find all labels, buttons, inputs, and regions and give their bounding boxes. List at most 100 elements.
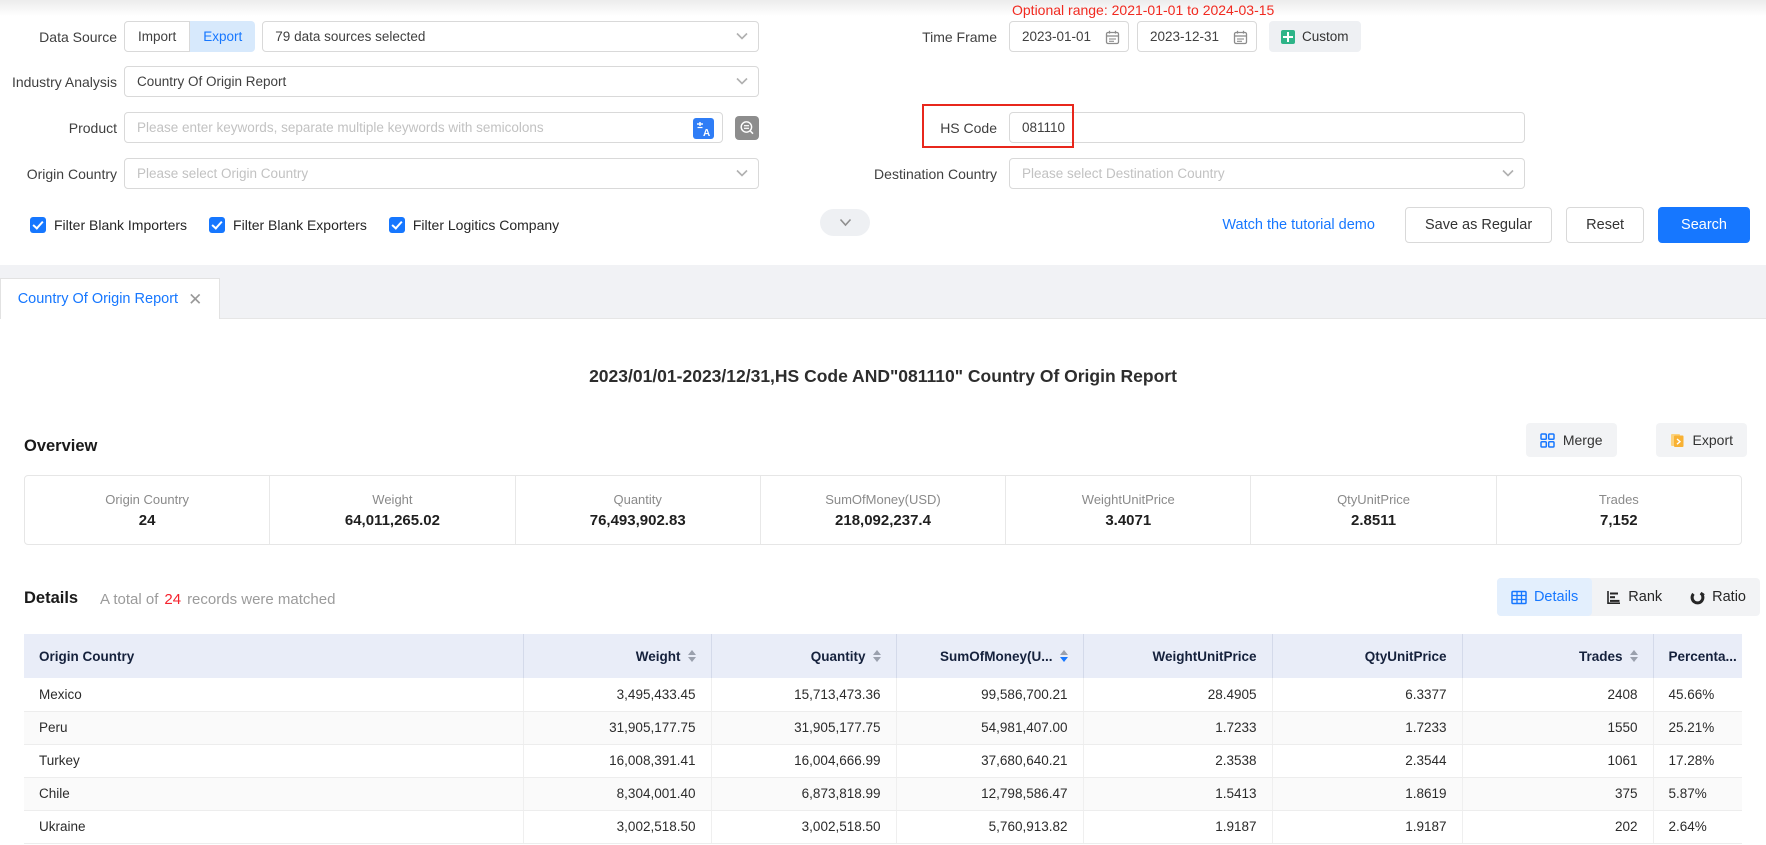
cell-percentage: 17.28% (1653, 744, 1742, 777)
product-input[interactable] (137, 120, 684, 135)
checkbox-checked-icon[interactable] (30, 217, 46, 233)
start-date-input[interactable] (1022, 29, 1098, 44)
industry-analysis-select[interactable]: Country Of Origin Report (124, 66, 759, 97)
cell-trades: 1061 (1462, 744, 1653, 777)
checkbox-checked-icon[interactable] (389, 217, 405, 233)
sort-icons[interactable] (1630, 650, 1638, 662)
save-as-regular-button[interactable]: Save as Regular (1405, 207, 1552, 243)
collapse-filters-button[interactable] (820, 209, 870, 236)
start-date-field[interactable] (1009, 21, 1129, 52)
tab-country-of-origin-report[interactable]: Country Of Origin Report ✕ (0, 278, 220, 319)
destination-country-select[interactable]: Please select Destination Country (1009, 158, 1525, 189)
table-row-chile[interactable]: Chile 8,304,001.40 6,873,818.99 12,798,5… (24, 777, 1742, 810)
export-icon (1670, 433, 1685, 448)
summary-count: 24 (158, 591, 187, 608)
cell-weight-unit-price: 2.3538 (1083, 744, 1272, 777)
table-header-row: Origin Country Weight Quantity SumOfMone… (24, 634, 1742, 678)
column-header-trades[interactable]: Trades (1462, 634, 1653, 678)
cell-quantity: 3,002,518.50 (711, 810, 896, 843)
hs-code-label: HS Code (759, 120, 997, 136)
translate-icon[interactable]: A (693, 118, 714, 139)
cell-qty-unit-price: 1.9187 (1272, 810, 1462, 843)
cell-sum-of-money: 99,586,700.21 (896, 678, 1083, 711)
view-rank-button[interactable]: Rank (1592, 578, 1676, 616)
filter-blank-exporters-checkbox[interactable]: Filter Blank Exporters (209, 217, 367, 233)
hs-code-input[interactable] (1022, 120, 1494, 135)
close-icon[interactable]: ✕ (188, 291, 202, 308)
view-ratio-button[interactable]: Ratio (1676, 578, 1760, 616)
checkbox-checked-icon[interactable] (209, 217, 225, 233)
merge-button[interactable]: Merge (1526, 423, 1617, 457)
cell-sum-of-money: 54,981,407.00 (896, 711, 1083, 744)
import-toggle-button[interactable]: Import (124, 21, 190, 52)
column-header-sum-of-money[interactable]: SumOfMoney(U... (896, 634, 1083, 678)
tab-title: Country Of Origin Report (18, 291, 178, 307)
table-row-mexico[interactable]: Mexico 3,495,433.45 15,713,473.36 99,586… (24, 678, 1742, 711)
view-switcher: Details Rank Ratio (1497, 578, 1760, 616)
details-header-row: Details A total of24records were matched… (0, 578, 1766, 616)
details-table: Origin Country Weight Quantity SumOfMone… (24, 634, 1742, 844)
sort-icons-active-desc[interactable] (1060, 650, 1068, 662)
cell-weight: 3,002,518.50 (523, 810, 711, 843)
custom-range-label: Custom (1302, 29, 1349, 44)
tab-bar: Country Of Origin Report ✕ (0, 265, 1766, 319)
tutorial-link[interactable]: Watch the tutorial demo (1222, 217, 1375, 233)
table-row-turkey[interactable]: Turkey 16,008,391.41 16,004,666.99 37,68… (24, 744, 1742, 777)
column-header-weight-unit-price: WeightUnitPrice (1083, 634, 1272, 678)
cell-origin-country: Turkey (24, 744, 523, 777)
stat-label: Quantity (613, 492, 661, 507)
filter-blank-importers-checkbox[interactable]: Filter Blank Importers (30, 217, 187, 233)
data-source-label: Data Source (0, 29, 117, 45)
export-label: Export (1693, 432, 1733, 448)
end-date-input[interactable] (1150, 29, 1226, 44)
rank-icon (1606, 590, 1621, 605)
hs-code-field[interactable] (1009, 112, 1525, 143)
view-rank-label: Rank (1628, 589, 1662, 605)
stat-value: 2.8511 (1351, 512, 1396, 529)
end-date-field[interactable] (1137, 21, 1257, 52)
cell-weight: 16,008,391.41 (523, 744, 711, 777)
table-row-ukraine[interactable]: Ukraine 3,002,518.50 3,002,518.50 5,760,… (24, 810, 1742, 843)
cell-qty-unit-price: 2.3544 (1272, 744, 1462, 777)
reset-button[interactable]: Reset (1566, 207, 1644, 243)
product-label: Product (0, 120, 117, 136)
origin-country-select[interactable]: Please select Origin Country (124, 158, 759, 189)
column-header-quantity[interactable]: Quantity (711, 634, 896, 678)
column-header-percentage: Percenta... (1653, 634, 1742, 678)
filter-logitics-company-checkbox[interactable]: Filter Logitics Company (389, 217, 559, 233)
summary-suffix: records were matched (187, 591, 335, 608)
optional-range-note: Optional range: 2021-01-01 to 2024-03-15 (1012, 2, 1274, 18)
stat-value: 218,092,237.4 (835, 512, 931, 529)
sort-icons[interactable] (873, 650, 881, 662)
product-field[interactable]: A (124, 112, 723, 143)
chevron-down-icon (736, 169, 748, 177)
search-button[interactable]: Search (1658, 207, 1750, 243)
export-toggle-button[interactable]: Export (190, 21, 255, 52)
cell-percentage: 25.21% (1653, 711, 1742, 744)
cell-origin-country: Chile (24, 777, 523, 810)
stat-value: 7,152 (1600, 512, 1638, 529)
search-history-icon[interactable] (735, 116, 759, 140)
sort-icons[interactable] (688, 650, 696, 662)
time-frame-label: Time Frame (759, 29, 997, 45)
details-summary: A total of24records were matched (100, 591, 335, 608)
table-row-peru[interactable]: Peru 31,905,177.75 31,905,177.75 54,981,… (24, 711, 1742, 744)
cell-weight: 31,905,177.75 (523, 711, 711, 744)
cell-qty-unit-price: 1.7233 (1272, 711, 1462, 744)
stat-label: QtyUnitPrice (1337, 492, 1410, 507)
stat-label: SumOfMoney(USD) (825, 492, 941, 507)
stat-value: 24 (139, 512, 156, 529)
custom-range-button[interactable]: Custom (1269, 21, 1361, 52)
export-button[interactable]: Export (1656, 423, 1747, 457)
calendar-icon (1233, 30, 1248, 45)
filter-logitics-company-label: Filter Logitics Company (413, 217, 559, 233)
data-sources-select[interactable]: 79 data sources selected (262, 21, 759, 52)
column-header-weight[interactable]: Weight (523, 634, 711, 678)
cell-origin-country: Ukraine (24, 810, 523, 843)
cell-weight-unit-price: 1.7233 (1083, 711, 1272, 744)
svg-text:A: A (703, 128, 710, 139)
view-details-button[interactable]: Details (1497, 578, 1592, 616)
stat-weight-unit-price: WeightUnitPrice 3.4071 (1006, 476, 1251, 544)
merge-label: Merge (1563, 432, 1603, 448)
view-ratio-label: Ratio (1712, 589, 1746, 605)
